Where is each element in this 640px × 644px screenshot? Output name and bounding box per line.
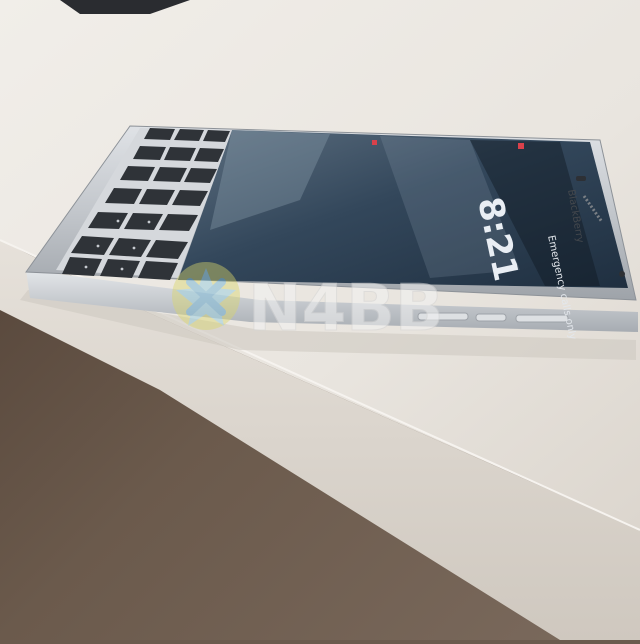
n4bb-star-logo-icon xyxy=(172,262,240,330)
scene-illustration: 8:21 Emergency calls only BlackBerry N4B… xyxy=(0,0,640,640)
volume-down-button xyxy=(515,314,569,323)
front-camera xyxy=(576,176,586,181)
sensor-dot xyxy=(619,271,625,277)
notification-bell-icon xyxy=(518,143,524,149)
watermark-text: N4BB xyxy=(248,272,444,346)
photo-scene: 8:21 Emergency calls only BlackBerry N4B… xyxy=(0,0,640,640)
signal-icon xyxy=(372,140,377,145)
mute-button xyxy=(475,313,507,322)
